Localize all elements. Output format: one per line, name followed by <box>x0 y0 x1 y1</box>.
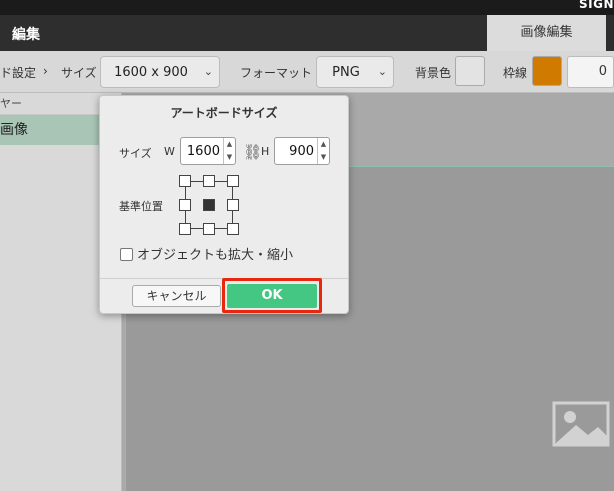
image-placeholder-icon <box>552 401 610 447</box>
anchor-middle-left[interactable] <box>179 199 191 211</box>
size-label: サイズ <box>119 147 152 160</box>
size-label: サイズ <box>61 66 97 80</box>
height-input[interactable]: 900 ▲ ▼ <box>274 137 330 165</box>
toolbar: ド設定 › サイズ 1600 x 900 ⌄ フォーマット PNG ⌄ 背景色 … <box>0 51 614 93</box>
height-value: 900 <box>289 144 314 159</box>
chevron-down-icon: ⌄ <box>203 65 213 78</box>
background-color-label: 背景色 <box>415 66 452 80</box>
format-select-value: PNG <box>332 65 360 80</box>
anchor-bottom-center[interactable] <box>203 223 215 235</box>
width-stepper[interactable]: ▲ ▼ <box>223 138 235 164</box>
anchor-label: 基準位置 <box>119 200 163 213</box>
anchor-top-center[interactable] <box>203 175 215 187</box>
link-icon[interactable]: ⛓ <box>243 143 262 161</box>
artboard-settings-label[interactable]: ド設定 <box>0 64 36 81</box>
cancel-button[interactable]: キャンセル <box>132 285 221 307</box>
background-color-swatch[interactable] <box>455 56 485 86</box>
scale-objects-checkbox[interactable] <box>120 248 133 261</box>
format-select[interactable]: PNG ⌄ <box>316 56 394 88</box>
ok-button[interactable]: OK <box>227 284 317 308</box>
size-select[interactable]: 1600 x 900 ⌄ <box>100 56 220 88</box>
width-input[interactable]: 1600 ▲ ▼ <box>180 137 236 165</box>
edit-menu[interactable]: 編集 <box>12 24 40 44</box>
breadcrumb-separator: › <box>43 64 48 78</box>
height-label: H <box>261 145 270 158</box>
dialog-title: アートボードサイズ <box>170 106 278 120</box>
anchor-center[interactable] <box>203 199 215 211</box>
anchor-grid <box>179 175 239 235</box>
tab-image-edit[interactable]: 画像編集 <box>487 15 606 51</box>
anchor-top-right[interactable] <box>227 175 239 187</box>
anchor-top-left[interactable] <box>179 175 191 187</box>
height-stepper[interactable]: ▲ ▼ <box>317 138 329 164</box>
format-label: フォーマット <box>240 66 313 80</box>
artboard-size-dialog: アートボードサイズ サイズ W 1600 ▲ ▼ ⛓ H 900 ▲ ▼ 基準位置 … <box>99 95 349 314</box>
title-bar: SIGN <box>0 0 614 15</box>
menubar-end <box>606 15 614 51</box>
border-width-input[interactable]: 0 <box>567 56 614 88</box>
border-color-swatch[interactable] <box>532 56 562 86</box>
anchor-middle-right[interactable] <box>227 199 239 211</box>
border-label: 枠線 <box>503 66 528 80</box>
scale-objects-label: オブジェクトも拡大・縮小 <box>137 248 294 263</box>
width-value: 1600 <box>186 144 220 159</box>
anchor-bottom-left[interactable] <box>179 223 191 235</box>
anchor-bottom-right[interactable] <box>227 223 239 235</box>
size-select-value: 1600 x 900 <box>114 65 188 80</box>
chevron-down-icon: ⌄ <box>377 65 387 78</box>
scale-objects-option[interactable]: オブジェクトも拡大・縮小 <box>120 244 293 263</box>
menu-bar: 編集 画像編集 <box>0 15 614 51</box>
brand-logo: SIGN <box>579 0 614 11</box>
width-label: W <box>164 145 175 158</box>
